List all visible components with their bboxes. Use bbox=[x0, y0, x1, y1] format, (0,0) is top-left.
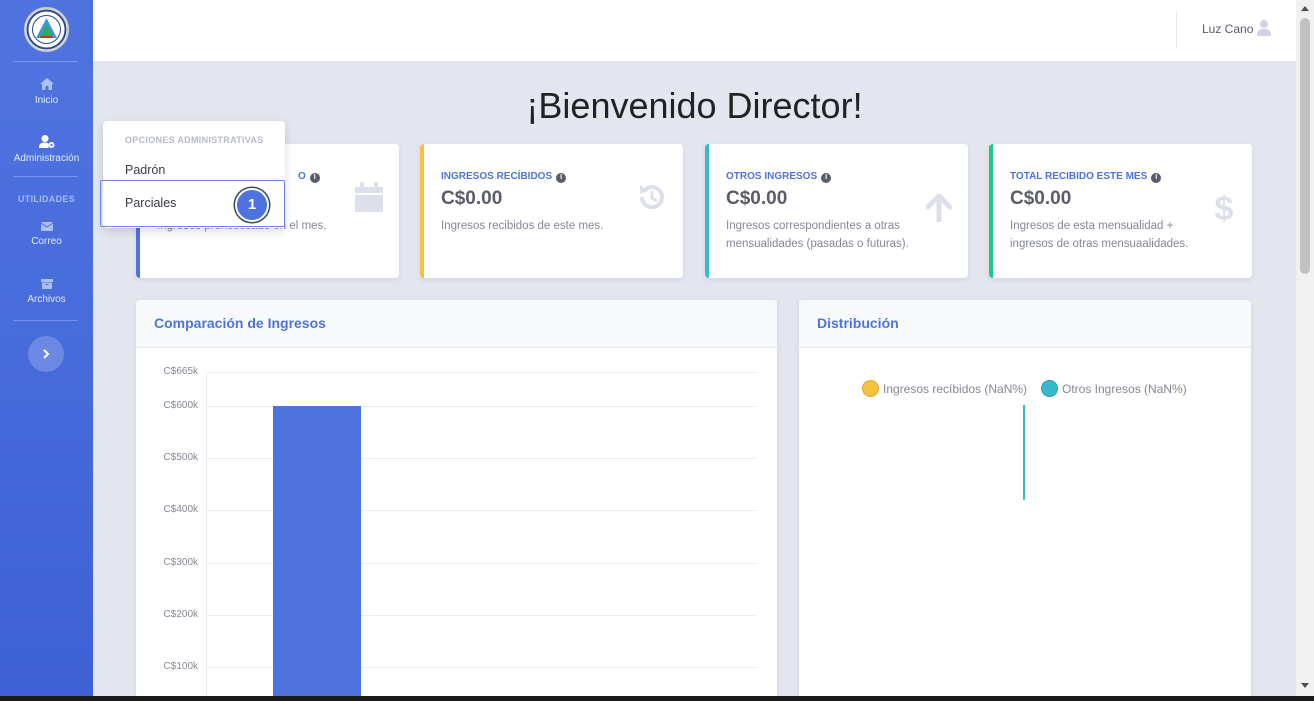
card-value: C$0.00 bbox=[1010, 188, 1072, 209]
envelope-icon bbox=[40, 222, 53, 231]
card-label-text: OTROS INGRESOS bbox=[726, 171, 818, 182]
info-icon[interactable]: i bbox=[556, 173, 567, 183]
dropdown-header: OPCIONES ADMINISTRATIVAS bbox=[125, 135, 264, 145]
card-value: C$0.00 bbox=[726, 188, 788, 209]
sidebar-divider bbox=[13, 176, 78, 177]
home-icon bbox=[39, 78, 54, 90]
y-tick-label: C$665k bbox=[163, 366, 198, 377]
card-label: OTROS INGRESOS i bbox=[726, 171, 832, 183]
card-description: Ingresos correspondientes a otras mensua… bbox=[726, 220, 909, 250]
card-otros-ingresos: OTROS INGRESOS i C$0.00 Ingresos correspo… bbox=[705, 144, 968, 278]
bar-chart: C$665k C$600k C$500k C$400k C$300k C$200k C$10… bbox=[136, 348, 777, 701]
y-axis-line bbox=[206, 372, 207, 701]
panel-title: Comparación de Ingresos bbox=[136, 300, 777, 348]
info-icon[interactable]: i bbox=[309, 173, 320, 183]
topbar: Luz Cano bbox=[93, 0, 1296, 61]
logo[interactable] bbox=[24, 7, 69, 52]
sidebar-item-label: Administración bbox=[13, 153, 80, 164]
y-tick-label: C$100k bbox=[163, 660, 198, 672]
info-icon[interactable]: i bbox=[821, 173, 832, 183]
legend-item[interactable]: Otros Ingresos (NaN%) bbox=[1041, 380, 1187, 397]
y-tick-label: C$300k bbox=[163, 556, 198, 568]
legend-dot bbox=[862, 380, 879, 397]
distribution-panel: Distribución Ingresos recíbidos (NaN%) O… bbox=[799, 300, 1251, 701]
card-label-text: O bbox=[298, 171, 306, 182]
card-description: Ingresos recibidos de este mes. bbox=[441, 220, 604, 232]
step-badge: 1 bbox=[235, 188, 269, 222]
user-gear-icon bbox=[38, 135, 54, 148]
pie-slice-line bbox=[1023, 405, 1025, 500]
y-tick-label: C$600k bbox=[163, 399, 198, 411]
sidebar-toggle-button[interactable] bbox=[28, 336, 64, 372]
card-label: TOTAL RECIBIDO ESTE MES i bbox=[1010, 171, 1162, 183]
scroll-down-icon[interactable] bbox=[1296, 679, 1314, 691]
topbar-divider bbox=[1176, 12, 1177, 48]
legend-dot bbox=[1041, 380, 1058, 397]
card-label: INGRESOS RECÍBIDOS i bbox=[441, 171, 567, 183]
sidebar-divider bbox=[13, 320, 78, 321]
window-bottom-edge bbox=[0, 696, 1314, 701]
panel-title: Distribución bbox=[799, 300, 1251, 348]
seal-icon bbox=[26, 9, 67, 50]
scroll-thumb[interactable] bbox=[1300, 18, 1310, 274]
legend-item[interactable]: Ingresos recíbidos (NaN%) bbox=[862, 380, 1027, 397]
dropdown-item-padron[interactable]: Padrón bbox=[125, 163, 165, 177]
sidebar-item-label: Correo bbox=[31, 236, 62, 247]
scroll-up-icon[interactable] bbox=[1296, 3, 1314, 15]
scrollbar[interactable] bbox=[1296, 0, 1314, 701]
sidebar-item-label: Inicio bbox=[34, 95, 59, 106]
card-label-text: INGRESOS RECÍBIDOS bbox=[441, 171, 553, 182]
svg-text:$: $ bbox=[1215, 192, 1234, 224]
user-name[interactable]: Luz Cano bbox=[1202, 22, 1253, 36]
card-label-text: TOTAL RECIBIDO ESTE MES bbox=[1010, 171, 1148, 182]
legend-label: Otros Ingresos (NaN%) bbox=[1062, 381, 1187, 396]
sidebar-item-label: Archivos bbox=[27, 294, 66, 305]
info-icon[interactable]: i bbox=[1151, 173, 1162, 183]
sidebar-item-archivos[interactable]: Archivos bbox=[0, 279, 93, 305]
card-description: Ingresos de esta mensualidad + ingresos … bbox=[1010, 220, 1189, 250]
arrow-up-icon bbox=[926, 194, 952, 222]
card-label: Oi bbox=[298, 171, 320, 183]
card-ingresos-recibidos: INGRESOS RECÍBIDOS i C$0.00 Ingresos reci… bbox=[420, 144, 683, 278]
sidebar-heading: UTILIDADES bbox=[18, 194, 75, 204]
chevron-right-icon bbox=[43, 349, 50, 359]
legend-label: Ingresos recíbidos (NaN%) bbox=[883, 381, 1028, 396]
grid-line bbox=[206, 372, 756, 373]
history-icon bbox=[639, 185, 664, 210]
card-value: C$0.00 bbox=[441, 188, 503, 209]
dollar-icon: $ bbox=[1215, 192, 1234, 224]
bar[interactable] bbox=[273, 405, 361, 701]
calendar-icon bbox=[355, 182, 383, 212]
y-tick-label: C$500k bbox=[163, 452, 198, 464]
card-total-recibido: TOTAL RECIBIDO ESTE MES i C$0.00 Ingresos… bbox=[989, 144, 1252, 278]
y-tick-label: C$400k bbox=[163, 504, 198, 516]
sidebar-item-inicio[interactable]: Inicio bbox=[0, 78, 93, 106]
sidebar-item-correo[interactable]: Correo bbox=[0, 222, 93, 247]
sidebar-item-administracion[interactable]: Administración bbox=[0, 135, 93, 164]
comparison-panel: Comparación de Ingresos C$665k C$600k C$50… bbox=[136, 300, 777, 701]
archive-icon bbox=[40, 279, 53, 289]
y-tick-label: C$200k bbox=[163, 608, 198, 620]
user-icon[interactable] bbox=[1257, 20, 1271, 36]
sidebar: Inicio Administración UTILIDADES Correo … bbox=[0, 0, 93, 701]
sidebar-divider bbox=[13, 61, 78, 62]
